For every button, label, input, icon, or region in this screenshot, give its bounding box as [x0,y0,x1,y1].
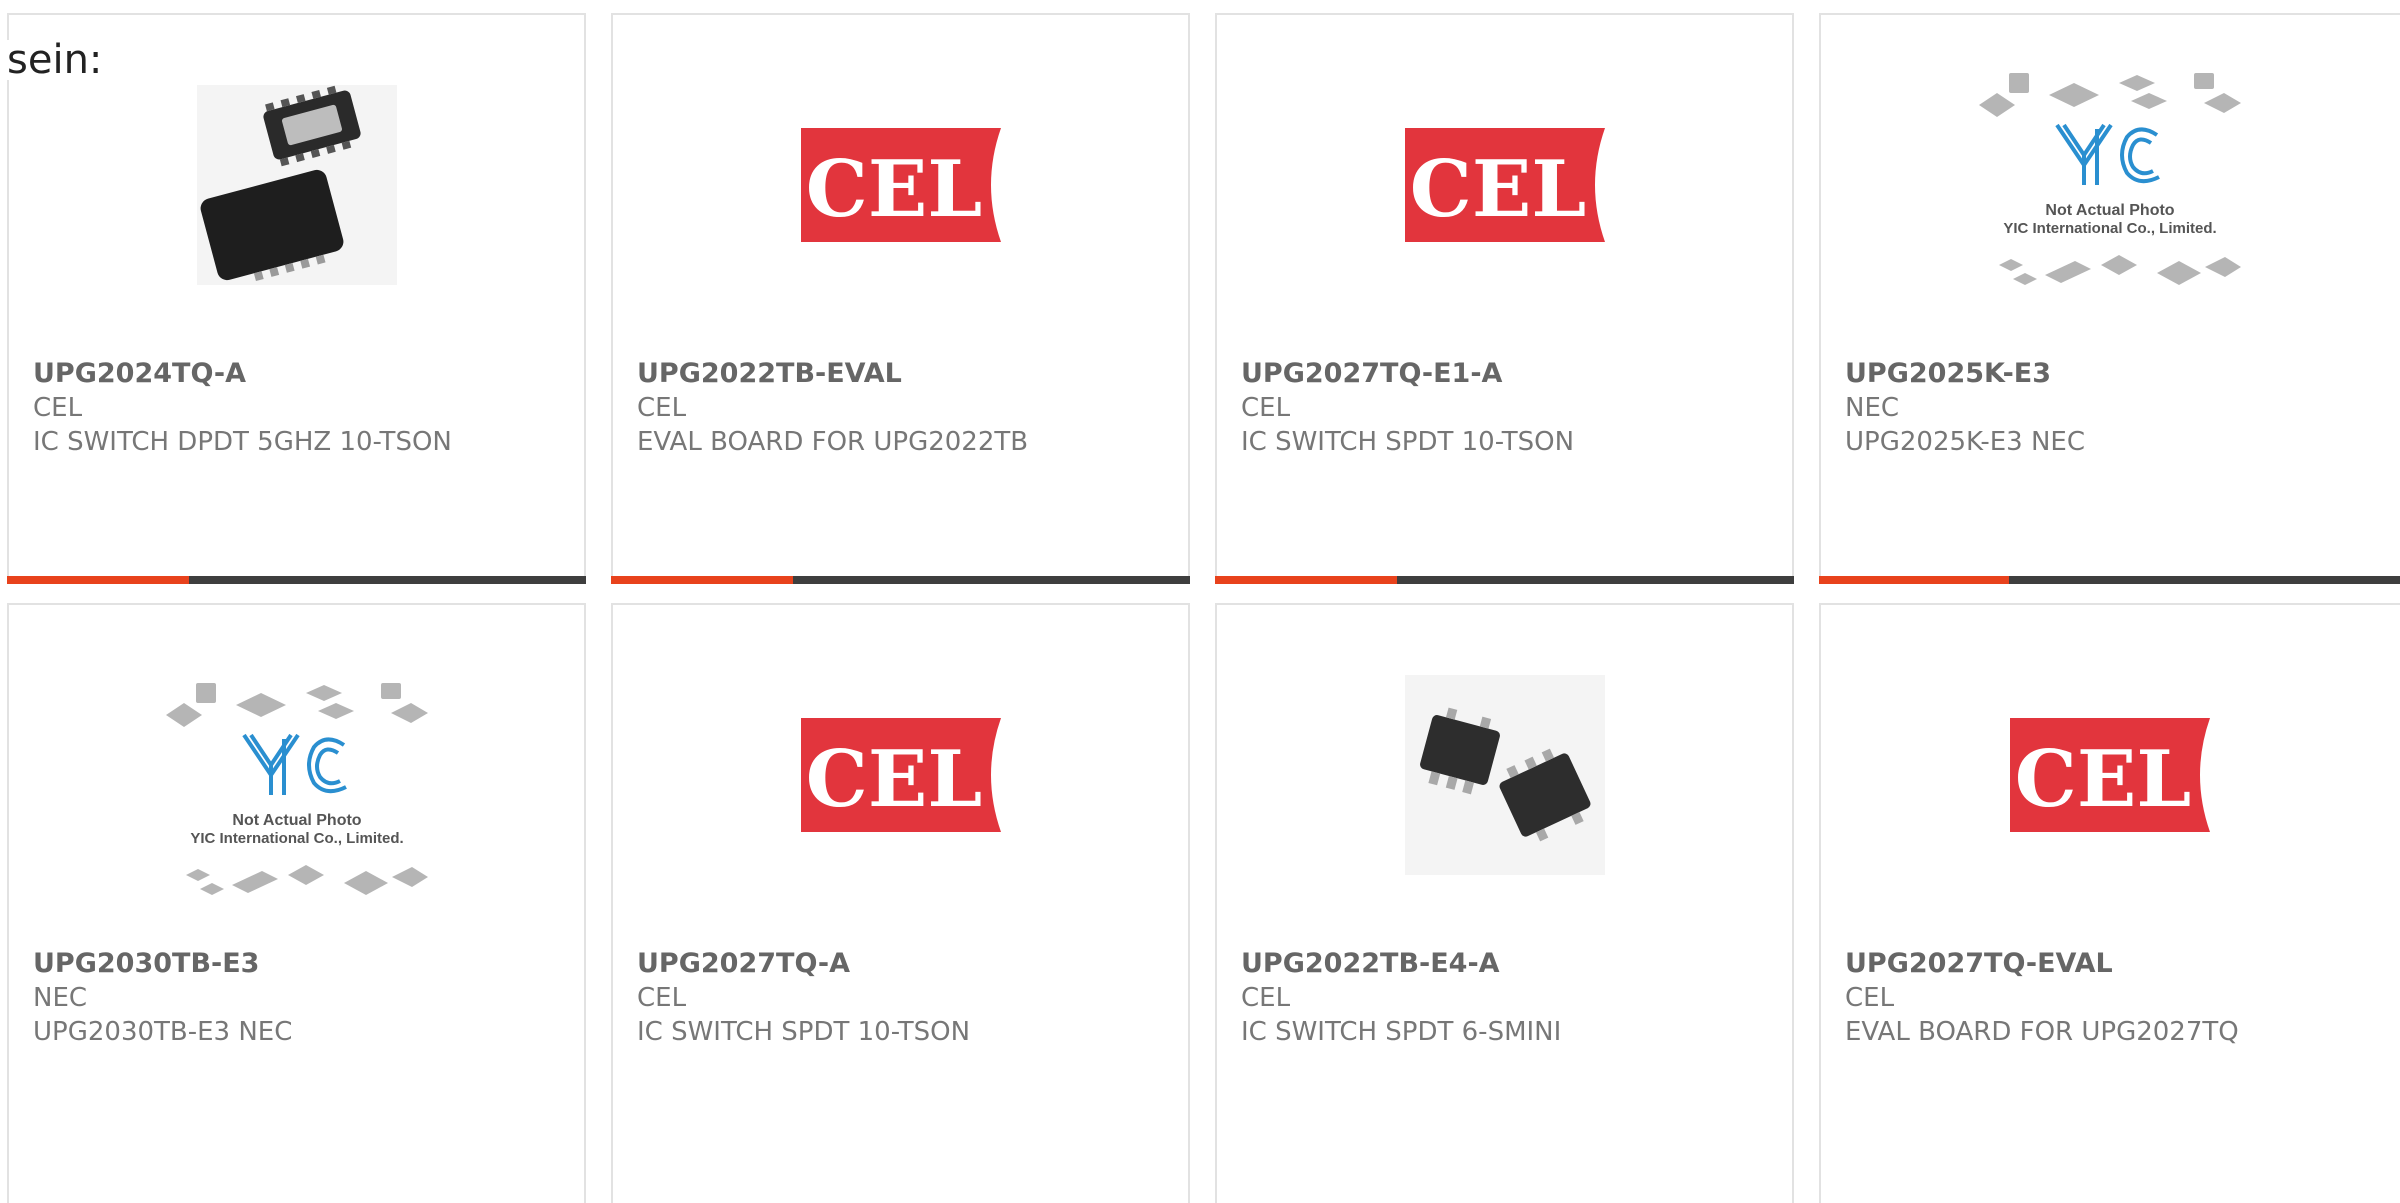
cel-logo-icon: CEL [800,128,1001,242]
svg-text:CEL: CEL [805,144,981,235]
part-number[interactable]: UPG2022TB-E4-A [1241,947,1782,981]
part-number[interactable]: UPG2027TQ-E1-A [1241,357,1782,391]
part-number[interactable]: UPG2027TQ-EVAL [1845,947,2400,981]
part-number[interactable]: UPG2025K-E3 [1845,357,2400,391]
part-number[interactable]: UPG2024TQ-A [33,357,574,391]
part-number[interactable]: UPG2027TQ-A [637,947,1178,981]
part-number[interactable]: UPG2030TB-E3 [33,947,574,981]
svg-text:Not Actual Photo: Not Actual Photo [2045,202,2174,219]
cel-logo-icon: CEL [2009,718,2210,832]
tson-package-photo-icon [196,85,397,285]
section-heading: sein: [7,40,109,80]
svg-text:Not Actual Photo: Not Actual Photo [232,812,361,829]
svg-text:YIC International Co., Limited: YIC International Co., Limited. [2003,220,2216,237]
yic-placeholder-icon: Not Actual Photo YIC International Co., … [165,683,428,895]
manufacturer: CEL [1845,983,1895,1013]
svg-text:CEL: CEL [2014,734,2190,825]
svg-text:CEL: CEL [1409,144,1585,235]
manufacturer: NEC [1845,393,1900,423]
svg-text:YIC International Co., Limited: YIC International Co., Limited. [190,830,403,847]
product-card[interactable]: CEL UPG2027TQ-A CEL IC SWITCH SPDT 10-TS… [611,603,1190,1203]
card-accent-bar [1215,576,1794,584]
product-description: EVAL BOARD FOR UPG2027TQ [1845,1017,2239,1047]
product-description: UPG2030TB-E3 NEC [33,1017,293,1047]
card-accent-bar [611,576,1190,584]
cel-logo-icon: CEL [1404,128,1605,242]
product-card[interactable]: UPG2022TB-E4-A CEL IC SWITCH SPDT 6-SMIN… [1215,603,1794,1203]
product-image: CEL [613,15,1188,355]
yic-placeholder-icon: Not Actual Photo YIC International Co., … [1978,73,2241,285]
manufacturer: CEL [637,983,687,1013]
product-image [1217,605,1792,945]
product-description: EVAL BOARD FOR UPG2022TB [637,427,1029,457]
product-card[interactable]: CEL UPG2022TB-EVAL CEL EVAL BOARD FOR UP… [611,13,1190,584]
product-image: CEL [1821,605,2398,945]
cel-logo-icon: CEL [800,718,1001,832]
manufacturer: NEC [33,983,88,1013]
product-card[interactable]: CEL UPG2027TQ-EVAL CEL EVAL BOARD FOR UP… [1819,603,2400,1203]
part-number[interactable]: UPG2022TB-EVAL [637,357,1178,391]
product-description: IC SWITCH DPDT 5GHZ 10-TSON [33,427,452,457]
product-image: CEL [1217,15,1792,355]
manufacturer: CEL [1241,983,1291,1013]
product-card[interactable]: CEL UPG2027TQ-E1-A CEL IC SWITCH SPDT 10… [1215,13,1794,584]
manufacturer: CEL [1241,393,1291,423]
product-image: CEL [613,605,1188,945]
product-card[interactable]: UPG2024TQ-A CEL IC SWITCH DPDT 5GHZ 10-T… [7,13,586,584]
product-description: IC SWITCH SPDT 10-TSON [1241,427,1575,457]
sot-package-photo-icon [1404,675,1605,875]
product-card[interactable]: Not Actual Photo YIC International Co., … [7,603,586,1203]
product-description: IC SWITCH SPDT 6-SMINI [1241,1017,1562,1047]
manufacturer: CEL [33,393,83,423]
product-description: IC SWITCH SPDT 10-TSON [637,1017,971,1047]
product-description: UPG2025K-E3 NEC [1845,427,2085,457]
card-accent-bar [7,576,586,584]
card-accent-bar [1819,576,2400,584]
manufacturer: CEL [637,393,687,423]
product-card[interactable]: Not Actual Photo YIC International Co., … [1819,13,2400,584]
product-image: Not Actual Photo YIC International Co., … [9,625,584,965]
svg-text:CEL: CEL [805,734,981,825]
product-image: Not Actual Photo YIC International Co., … [1821,15,2398,355]
